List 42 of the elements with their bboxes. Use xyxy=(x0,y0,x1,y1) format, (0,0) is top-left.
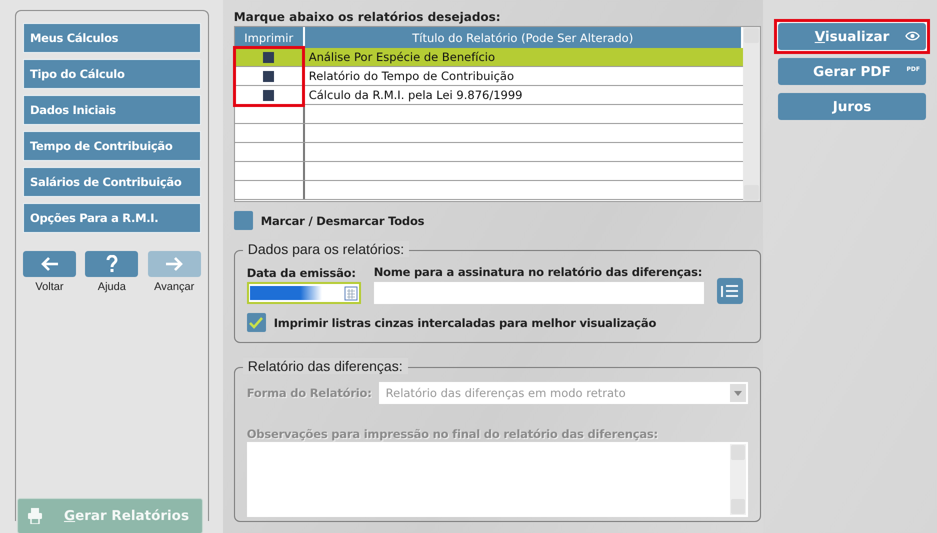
sidebar-item[interactable]: Salários de Contribuição xyxy=(23,167,201,197)
nav-button[interactable] xyxy=(85,251,138,277)
eye-icon xyxy=(905,31,920,41)
list-button[interactable] xyxy=(716,278,743,304)
calendar-icon xyxy=(344,285,358,301)
left-arrow-icon xyxy=(40,257,58,271)
stripes-label: Imprimir listras cinzas intercaladas para melhor visualização xyxy=(274,316,656,330)
sidebar-item[interactable]: Opções Para a R.M.I. xyxy=(23,203,201,233)
report-row[interactable]: Análise Por Espécie de Benefício xyxy=(234,48,743,67)
nav-button[interactable] xyxy=(23,251,76,277)
sidebar-item[interactable]: Tempo de Contribuição xyxy=(23,131,201,161)
sidebar-item[interactable]: Dados Iniciais xyxy=(23,95,201,125)
notes-label: Observações para impressão no final do relatório das diferenças: xyxy=(246,427,658,441)
printer-icon xyxy=(28,508,42,524)
checkbox[interactable] xyxy=(234,211,253,230)
nav-label: Voltar xyxy=(35,281,64,293)
list-icon xyxy=(720,284,739,298)
print-checkbox[interactable] xyxy=(263,52,274,62)
report-title: Análise Por Espécie de Benefício xyxy=(308,49,496,66)
sidebar-item[interactable]: Meus Cálculos xyxy=(23,23,201,53)
nav-label: Avançar xyxy=(154,281,194,293)
report-title: Cálculo da R.M.I. pela Lei 9.876/1999 xyxy=(308,87,524,104)
date-label: Data da emissão: xyxy=(246,266,357,280)
panel-legend: Dados para os relatórios: xyxy=(242,241,410,257)
caret-icon xyxy=(734,390,742,396)
signature-label: Nome para a assinatura no relatório das diferenças: xyxy=(374,265,704,279)
action-button[interactable]: Juros xyxy=(778,93,926,120)
form-label: Forma do Relatório: xyxy=(246,386,372,400)
checkbox[interactable] xyxy=(246,313,266,332)
print-checkbox[interactable] xyxy=(263,90,274,100)
panel-legend: Relatório das diferenças: xyxy=(242,358,408,374)
action-button[interactable]: Visualizar xyxy=(778,23,926,50)
print-checkbox[interactable] xyxy=(263,70,274,82)
sidebar-item[interactable]: Tipo do Cálculo xyxy=(23,59,201,89)
date-field[interactable] xyxy=(246,282,361,304)
toggle-all-label: Marcar / Desmarcar Todos xyxy=(260,214,424,228)
report-title: Relatório do Tempo de Contribuição xyxy=(308,68,516,85)
right-arrow-icon xyxy=(165,257,184,271)
signature-field[interactable] xyxy=(374,282,704,304)
question-icon xyxy=(106,255,118,273)
reports-heading: Marque abaixo os relatórios desejados: xyxy=(234,10,502,24)
nav-label: Ajuda xyxy=(98,281,126,293)
